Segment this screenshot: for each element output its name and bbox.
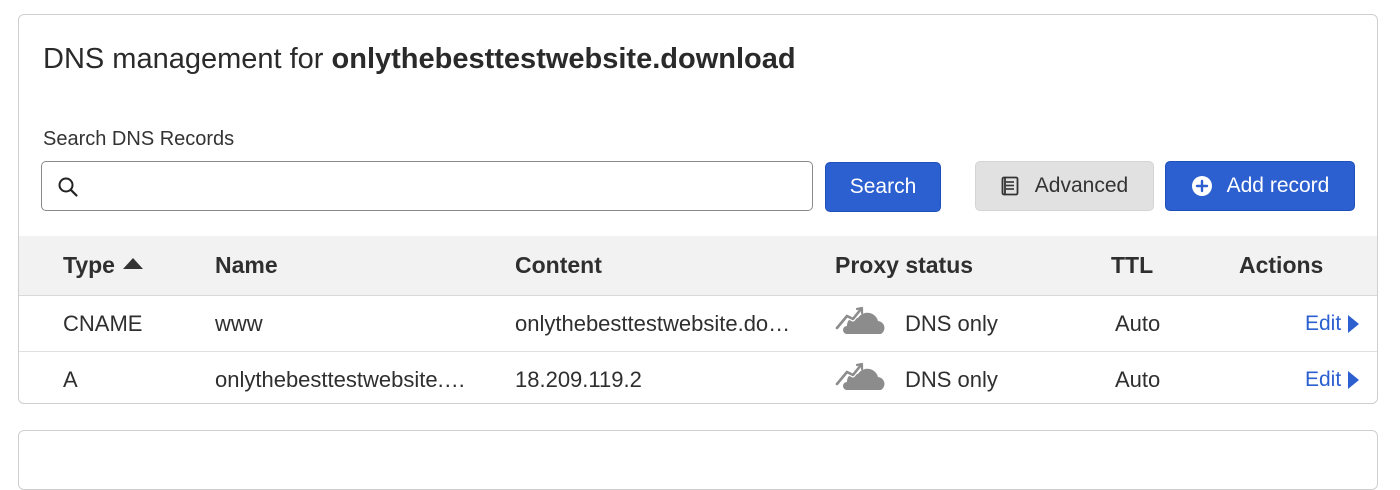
- column-header-actions: Actions: [1239, 252, 1324, 278]
- search-icon: [58, 177, 78, 197]
- caret-right-icon: [1348, 315, 1360, 333]
- cloud-dns-only-icon: [835, 306, 885, 334]
- edit-link[interactable]: Edit: [1305, 368, 1360, 392]
- record-ttl: Auto: [1115, 367, 1161, 392]
- column-header-proxy-status[interactable]: Proxy status: [835, 252, 973, 279]
- search-input[interactable]: [92, 168, 796, 206]
- column-header-name[interactable]: Name: [215, 252, 278, 279]
- table-header: Type Name Content Proxy status TTL Actio…: [19, 236, 1377, 296]
- search-button-label: Search: [849, 175, 917, 198]
- sort-up-icon: [122, 258, 143, 269]
- record-type: CNAME: [63, 311, 143, 336]
- caret-right-icon: [1348, 371, 1360, 389]
- record-type: A: [63, 367, 78, 392]
- table-row: CNAME www onlythebesttestwebsite.do… DNS…: [19, 296, 1377, 352]
- table-row: A onlythebesttestwebsite.… 18.209.119.2 …: [19, 352, 1377, 403]
- plus-circle-icon: [1191, 176, 1212, 196]
- search-button[interactable]: Search: [825, 162, 941, 212]
- add-record-button-label: Add record: [1226, 174, 1330, 197]
- proxy-status: DNS only: [905, 367, 998, 392]
- search-field[interactable]: [41, 161, 813, 211]
- record-content: onlythebesttestwebsite.do…: [515, 311, 791, 336]
- edit-link[interactable]: Edit: [1305, 312, 1360, 336]
- next-card: [18, 430, 1378, 490]
- proxy-status: DNS only: [905, 311, 998, 336]
- dns-management-card: DNS management for onlythebesttestwebsit…: [18, 14, 1378, 404]
- record-name: onlythebesttestwebsite.…: [215, 367, 466, 392]
- column-header-content[interactable]: Content: [515, 252, 602, 279]
- edit-link-label: Edit: [1305, 368, 1342, 391]
- cloud-dns-only-icon: [835, 362, 885, 390]
- record-name: www: [215, 311, 263, 336]
- advanced-button-label: Advanced: [1034, 174, 1129, 197]
- dns-records-table: Type Name Content Proxy status TTL Actio…: [19, 236, 1377, 403]
- record-ttl: Auto: [1115, 311, 1161, 336]
- page-title-prefix: DNS management for: [43, 43, 324, 75]
- advanced-button[interactable]: Advanced: [975, 161, 1154, 211]
- column-header-type[interactable]: Type: [63, 252, 143, 279]
- column-header-ttl[interactable]: TTL: [1111, 252, 1153, 279]
- page-title-domain: onlythebesttestwebsite.download: [331, 43, 796, 75]
- edit-link-label: Edit: [1305, 312, 1342, 335]
- add-record-button[interactable]: Add record: [1165, 161, 1355, 211]
- page-title: DNS management for onlythebesttestwebsit…: [43, 43, 796, 76]
- search-label: Search DNS Records: [43, 128, 235, 150]
- document-icon: [1001, 176, 1019, 196]
- record-content: 18.209.119.2: [515, 367, 642, 392]
